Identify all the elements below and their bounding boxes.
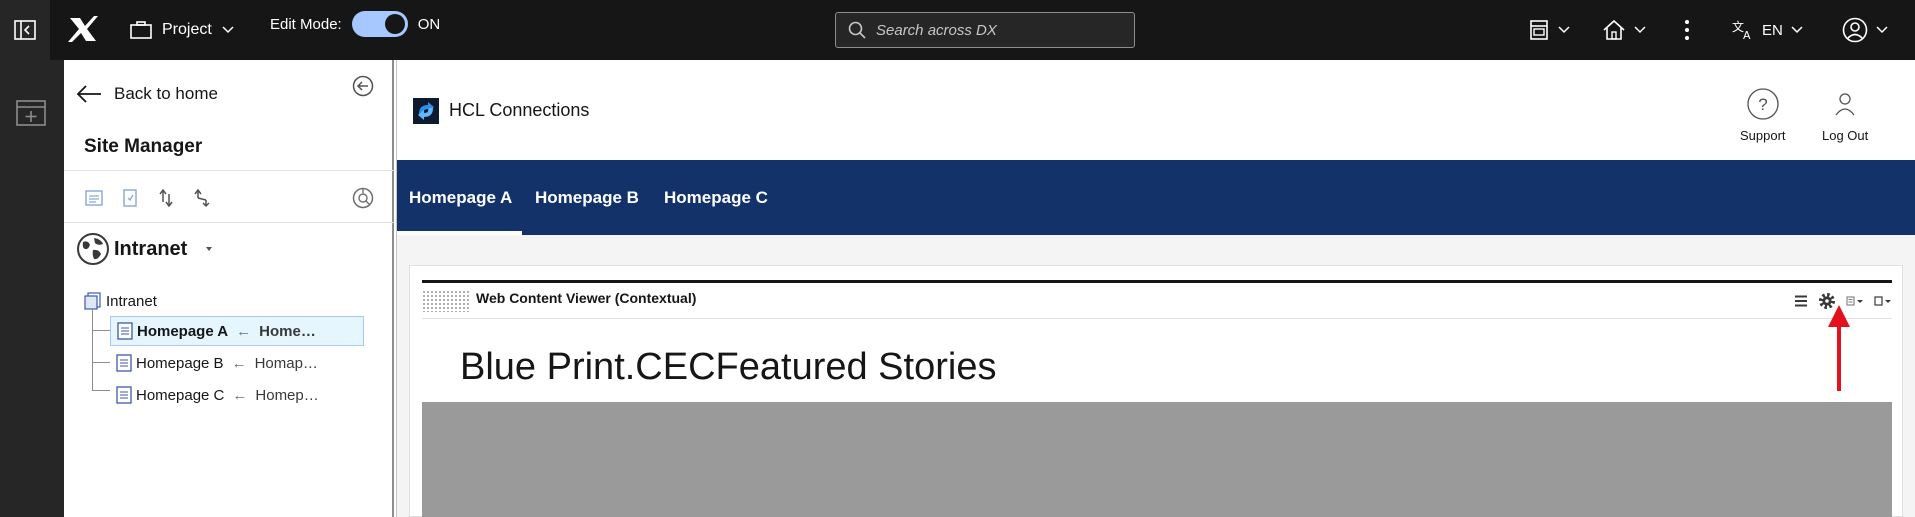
nav-tab-homepage-b[interactable]: Homepage B — [535, 160, 639, 235]
tree-item-label: Homepage C — [136, 386, 225, 404]
sidebar-panel-icon — [14, 20, 36, 40]
tree-connector — [92, 362, 110, 363]
project-label: Project — [162, 21, 212, 38]
project-menu[interactable]: Project — [130, 0, 234, 60]
search-box[interactable] — [835, 12, 1135, 48]
collapse-panel-icon[interactable] — [352, 75, 374, 97]
chevron-down-icon — [1634, 26, 1646, 34]
briefcase-icon — [130, 21, 152, 39]
user-profile-menu[interactable] — [1842, 0, 1888, 60]
hcl-header: HCL Connections ? Support Log Out — [397, 60, 1915, 160]
nav-tab-homepage-c[interactable]: Homepage C — [664, 160, 768, 235]
arrow-left-icon: ← — [231, 354, 247, 372]
brand-title: HCL Connections — [449, 100, 590, 120]
menu-icon[interactable] — [1794, 294, 1808, 308]
web-content-viewer-portlet: Web Content Viewer (Contextual) Blue Pri… — [409, 265, 1903, 517]
chevron-down-icon — [1876, 26, 1888, 34]
tree-connector — [92, 330, 110, 331]
page-icon — [116, 386, 132, 404]
arrow-left-icon: ← — [232, 386, 248, 404]
panel-title: Site Manager — [84, 136, 203, 157]
support-label: Support — [1740, 128, 1786, 143]
page-icon — [116, 354, 132, 372]
tree-item-suffix: Home… — [259, 322, 316, 340]
language-menu[interactable]: 文 A EN — [1732, 0, 1803, 60]
left-rail — [0, 60, 64, 517]
chevron-down-icon — [1558, 26, 1570, 34]
divider — [64, 170, 394, 171]
move-page-icon[interactable] — [156, 188, 176, 208]
divider — [64, 222, 394, 223]
page-view-menu[interactable] — [1528, 0, 1570, 60]
portlet-window-icon[interactable] — [1874, 295, 1892, 307]
tree-item-homepage-c[interactable]: Homepage C ← Homep… — [110, 380, 364, 410]
svg-text:A: A — [1743, 29, 1751, 40]
tree-item-label: Homepage B — [136, 354, 224, 372]
tree-item-suffix: Homep… — [255, 386, 319, 404]
hcl-connections-logo-icon[interactable] — [413, 98, 439, 124]
tree-root-label: Intranet — [106, 292, 157, 310]
caret-down-icon — [206, 247, 213, 251]
portlet-title: Web Content Viewer (Contextual) — [476, 290, 697, 306]
user-icon — [1835, 93, 1855, 116]
add-content-icon[interactable] — [16, 100, 46, 126]
tree-item-homepage-a[interactable]: Homepage A ← Home… — [110, 316, 364, 346]
site-navigation: Homepage A Homepage B Homepage C — [396, 160, 1915, 235]
edit-mode-toggle[interactable] — [351, 11, 408, 37]
overflow-menu-icon — [1685, 20, 1689, 40]
new-page-icon[interactable] — [84, 188, 104, 208]
back-label: Back to home — [114, 84, 218, 103]
svg-text:?: ? — [1758, 95, 1767, 114]
page-preview: HCL Connections ? Support Log Out Homepa… — [396, 60, 1915, 517]
site-name: Intranet — [114, 237, 188, 260]
home-menu[interactable] — [1602, 0, 1646, 60]
site-selector[interactable]: Intranet — [76, 232, 217, 266]
search-input[interactable] — [876, 21, 1116, 39]
tree-item-suffix: Homap… — [254, 354, 318, 372]
home-icon — [1603, 19, 1625, 40]
pages-icon — [1530, 20, 1548, 40]
annotation-arrow-icon — [1828, 305, 1850, 391]
more-options-button[interactable] — [1684, 0, 1690, 60]
chevron-down-icon — [1791, 26, 1803, 34]
tree-connector — [92, 308, 93, 390]
tree-item-label: Homepage A — [137, 322, 229, 340]
page-icon — [117, 322, 133, 340]
help-icon: ? — [1747, 88, 1779, 120]
language-label: EN — [1762, 21, 1783, 39]
top-bar: Project Edit Mode: ON Search across DX 文… — [0, 0, 1915, 60]
content-image-placeholder — [422, 402, 1892, 517]
chevron-down-icon — [222, 26, 234, 34]
translate-icon: 文 A — [1732, 20, 1751, 40]
tree-toolbar — [84, 188, 212, 208]
logout-label: Log Out — [1822, 128, 1869, 143]
site-page-icon — [84, 292, 101, 310]
edit-mode-control: Edit Mode: ON — [270, 0, 440, 48]
support-button[interactable]: ? Support — [1740, 88, 1786, 143]
edit-mode-label: Edit Mode: — [270, 15, 342, 33]
user-avatar-icon — [1842, 17, 1868, 43]
reorder-page-icon[interactable] — [192, 188, 212, 208]
logout-button[interactable]: Log Out — [1822, 88, 1868, 143]
tree-connector — [92, 390, 110, 391]
tree-item-homepage-b[interactable]: Homepage B ← Homap… — [110, 348, 364, 378]
site-manager-panel: Back to home Site Manager Intranet Intra… — [64, 60, 394, 517]
drag-handle-icon[interactable] — [422, 290, 470, 312]
dx-logo-icon[interactable] — [66, 12, 100, 46]
toggle-sidebar-button[interactable] — [0, 0, 50, 60]
content-heading: Blue Print.CECFeatured Stories — [460, 346, 997, 388]
site-settings-icon[interactable] — [352, 187, 374, 209]
nav-tab-homepage-a[interactable]: Homepage A — [396, 160, 523, 235]
globe-icon — [77, 233, 109, 265]
search-icon — [848, 21, 866, 39]
arrow-left-icon: ← — [236, 322, 252, 340]
copy-page-icon[interactable] — [120, 188, 140, 208]
tree-root-node[interactable]: Intranet — [84, 286, 284, 316]
arrow-left-icon — [76, 85, 101, 103]
divider — [422, 318, 1892, 319]
portlet-top-border — [422, 280, 1892, 283]
back-to-home-link[interactable]: Back to home — [76, 84, 218, 104]
edit-mode-state: ON — [417, 15, 441, 33]
